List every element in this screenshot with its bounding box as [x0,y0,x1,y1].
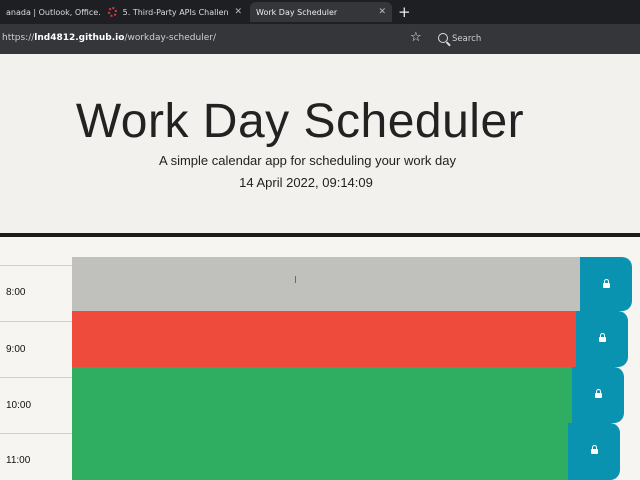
row-divider [0,265,72,266]
tab-apis-challenge[interactable]: 5. Third-Party APIs Challenge: W... ✕ [102,2,248,22]
time-block-textarea-future[interactable] [72,423,570,480]
browser-tab-bar: anada | Outlook, Office... ✕ 5. Third-Pa… [0,0,640,24]
hour-label-11: 11:00 [6,455,31,466]
save-button[interactable] [576,311,628,367]
hour-label-10: 10:00 [6,400,32,411]
tab-work-day-scheduler[interactable]: Work Day Scheduler ✕ [250,2,392,22]
page-title: Work Day Scheduler [75,95,525,148]
row-divider [0,433,72,434]
save-button[interactable] [580,257,632,311]
close-icon[interactable]: ✕ [372,7,386,17]
save-button[interactable] [572,367,624,423]
row-divider [0,321,72,322]
bookmark-star-icon[interactable]: ☆ [410,30,422,45]
lock-icon [594,389,602,398]
url-path: /workday-scheduler/ [124,33,216,43]
url-host: lnd4812.github.io [34,33,125,43]
address-bar: https://lnd4812.github.io/workday-schedu… [0,24,640,54]
lock-icon [602,279,610,288]
time-block-textarea-present[interactable] [72,311,578,367]
close-icon[interactable]: ✕ [228,7,242,17]
url-prefix: https:// [2,33,35,43]
site-favicon-icon [108,7,117,17]
time-block-textarea-past[interactable] [72,257,582,311]
tab-label: 5. Third-Party APIs Challenge: W... [122,7,229,17]
current-datetime: 14 April 2022, 09:14:09 [239,175,373,190]
new-tab-icon[interactable]: + [398,2,411,22]
time-block-textarea-future[interactable] [72,367,574,423]
time-block-list: 8:00 9:00 10:00 11:00 [0,237,640,480]
lock-icon [590,445,598,454]
save-button[interactable] [568,423,620,480]
tab-outlook[interactable]: anada | Outlook, Office... ✕ [0,2,100,22]
header-jumbotron: Work Day Scheduler A simple calendar app… [0,54,640,234]
page-subtitle: A simple calendar app for scheduling you… [159,153,456,168]
url-field[interactable]: https://lnd4812.github.io/workday-schedu… [2,33,216,43]
text-cursor-icon: I [294,275,297,286]
search-icon[interactable] [438,33,448,43]
lock-icon [598,333,606,342]
hour-label-9: 9:00 [6,344,26,355]
hour-label-8: 8:00 [6,287,26,298]
tab-label: anada | Outlook, Office... [6,7,100,17]
search-box[interactable]: Search [452,34,481,44]
tab-label: Work Day Scheduler [256,7,338,17]
row-divider [0,377,72,378]
